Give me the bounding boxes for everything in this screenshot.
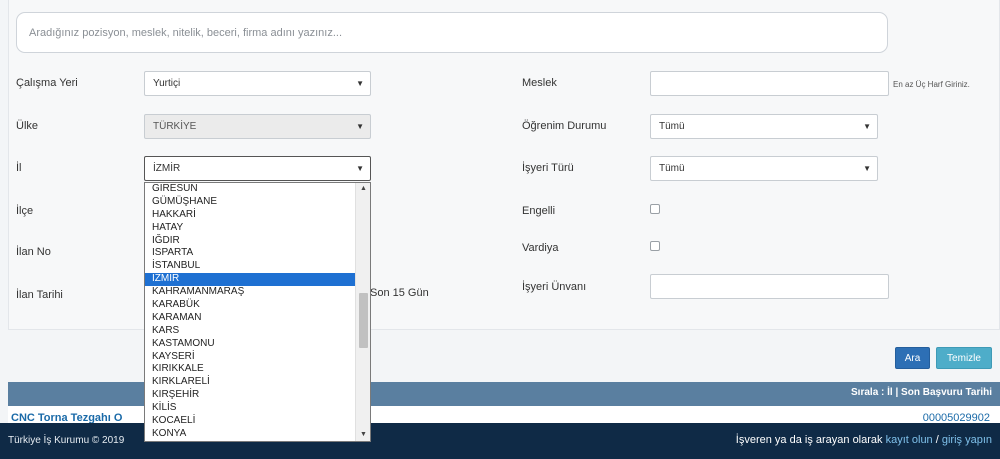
chevron-down-icon: ▼ — [356, 122, 364, 131]
il-option[interactable]: ISPARTA — [145, 247, 356, 260]
footer-prompt: İşveren ya da iş arayan olarak — [735, 434, 886, 446]
il-option[interactable]: KASTAMONU — [145, 338, 356, 351]
ogrenim-label: Öğrenim Durumu — [522, 120, 607, 132]
calisma-yeri-label: Çalışma Yeri — [16, 77, 78, 89]
scroll-up-icon[interactable]: ▲ — [356, 183, 370, 195]
il-value: İZMİR — [153, 163, 181, 174]
chevron-down-icon: ▼ — [863, 164, 871, 173]
isyeri-unvani-label: İşyeri Ünvanı — [522, 281, 587, 293]
il-option[interactable]: KOCAELİ — [145, 415, 356, 428]
isyeri-unvani-input[interactable] — [650, 274, 889, 299]
footer-auth: İşveren ya da iş arayan olarak kayıt olu… — [736, 434, 992, 446]
ogrenim-select[interactable]: Tümü ▼ — [650, 114, 878, 139]
chevron-down-icon: ▼ — [863, 122, 871, 131]
meslek-label: Meslek — [522, 77, 557, 89]
il-select[interactable]: İZMİR ▼ — [144, 156, 371, 181]
engelli-label: Engelli — [522, 205, 556, 217]
il-option[interactable]: KARABÜK — [145, 299, 356, 312]
scroll-down-icon[interactable]: ▼ — [356, 429, 370, 441]
calisma-yeri-value: Yurtiçi — [153, 78, 181, 89]
il-option[interactable]: KONYA — [145, 428, 356, 441]
isyeri-turu-select[interactable]: Tümü ▼ — [650, 156, 878, 181]
ulke-select: TÜRKİYE ▼ — [144, 114, 371, 139]
search-button[interactable]: Ara — [895, 347, 930, 369]
ilan-tarihi-label: İlan Tarihi — [16, 289, 63, 301]
ulke-label: Ülke — [16, 120, 39, 132]
il-option[interactable]: KAYSERİ — [145, 351, 356, 364]
il-option[interactable]: KARS — [145, 325, 356, 338]
il-option[interactable]: KARAMAN — [145, 312, 356, 325]
vardiya-label: Vardiya — [522, 242, 559, 254]
il-dropdown-list[interactable]: GİRESUN GÜMÜŞHANE HAKKARİ HATAY IĞDIR ISPARTA… — [144, 182, 371, 442]
il-option[interactable]: HATAY — [145, 222, 356, 235]
il-option[interactable]: GİRESUN — [145, 183, 356, 196]
il-label: İl — [16, 162, 22, 174]
chevron-down-icon: ▼ — [356, 79, 364, 88]
search-input[interactable] — [17, 13, 887, 52]
vardiya-checkbox[interactable] — [650, 241, 660, 251]
il-option[interactable]: HAKKARİ — [145, 209, 356, 222]
ilan-tarihi-value[interactable]: Son 15 Gün — [370, 287, 429, 299]
il-option[interactable]: KİLİS — [145, 402, 356, 415]
il-option[interactable]: KIRŞEHİR — [145, 389, 356, 402]
il-option[interactable]: KAHRAMANMARAŞ — [145, 286, 356, 299]
ilan-no-label: İlan No — [16, 246, 51, 258]
dropdown-scrollbar[interactable]: ▲ ▼ — [355, 183, 370, 441]
clear-button[interactable]: Temizle — [936, 347, 992, 369]
search-box[interactable] — [16, 12, 888, 53]
meslek-hint: En az Üç Harf Giriniz. — [893, 80, 970, 89]
meslek-input[interactable] — [650, 71, 889, 96]
login-link[interactable]: giriş yapın — [942, 434, 992, 446]
il-option[interactable]: KIRIKKALE — [145, 363, 356, 376]
il-option[interactable]: KIRKLARELİ — [145, 376, 356, 389]
ilce-label: İlçe — [16, 205, 34, 217]
il-option[interactable]: İSTANBUL — [145, 260, 356, 273]
il-option[interactable]: GÜMÜŞHANE — [145, 196, 356, 209]
copyright: Türkiye İş Kurumu © 2019 — [8, 435, 125, 446]
engelli-checkbox[interactable] — [650, 204, 660, 214]
il-option[interactable]: IĞDIR — [145, 235, 356, 248]
sort-text[interactable]: Sırala : İl | Son Başvuru Tarihi — [851, 387, 992, 398]
scroll-thumb[interactable] — [359, 293, 368, 348]
register-link[interactable]: kayıt olun — [886, 434, 933, 446]
ogrenim-value: Tümü — [659, 121, 685, 132]
ulke-value: TÜRKİYE — [153, 121, 197, 132]
isyeri-turu-value: Tümü — [659, 163, 685, 174]
il-options: GİRESUN GÜMÜŞHANE HAKKARİ HATAY IĞDIR ISPARTA… — [145, 183, 356, 441]
calisma-yeri-select[interactable]: Yurtiçi ▼ — [144, 71, 371, 96]
isyeri-turu-label: İşyeri Türü — [522, 162, 574, 174]
il-option[interactable]: İZMİR — [145, 273, 356, 287]
chevron-down-icon: ▼ — [356, 164, 364, 173]
footer-separator: / — [932, 434, 942, 446]
